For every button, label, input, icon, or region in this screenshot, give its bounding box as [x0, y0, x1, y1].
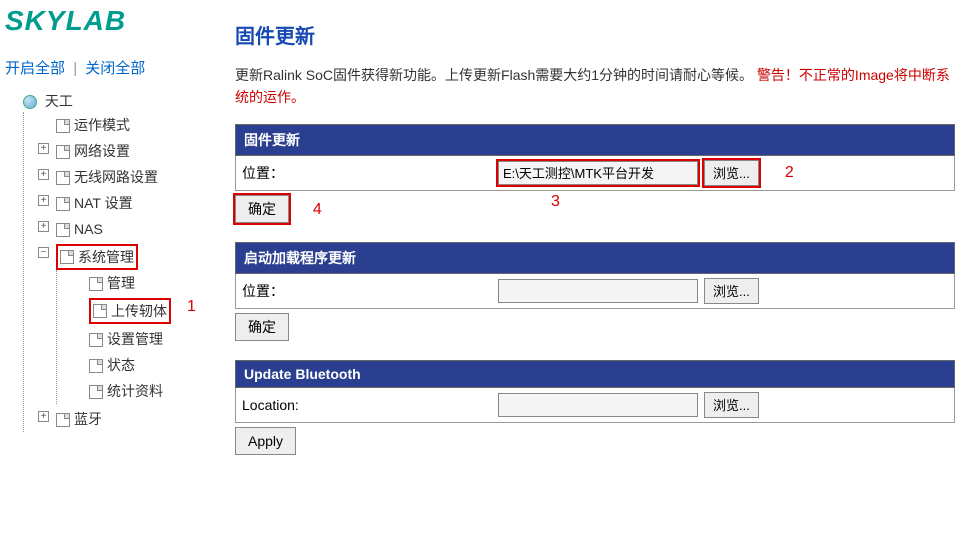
submit-button[interactable]: 确定 — [235, 195, 289, 223]
page-icon — [56, 223, 70, 237]
desc-text: 更新Ralink SoC固件获得新功能。上传更新Flash需要大约1分钟的时间请… — [235, 67, 753, 83]
bluetooth-update-panel: Update Bluetooth Location: 浏览... Apply — [235, 360, 955, 459]
tree-settings-mgmt[interactable]: 设置管理 — [107, 331, 163, 347]
page-icon — [89, 385, 103, 399]
firmware-update-panel: 固件更新 位置： 浏览... 2 确定 4 3 — [235, 124, 955, 227]
tree-network[interactable]: 网络设置 — [74, 143, 130, 159]
tree-tiangong[interactable]: 天工 — [45, 93, 73, 109]
apply-button[interactable]: Apply — [235, 427, 296, 455]
tree-op-mode[interactable]: 运作模式 — [74, 117, 130, 133]
page-title: 固件更新 — [235, 20, 955, 49]
submit-button[interactable]: 确定 — [235, 313, 289, 341]
panel-header: 固件更新 — [235, 124, 955, 156]
tree-nas[interactable]: NAS — [74, 221, 103, 237]
tree-status[interactable]: 状态 — [107, 357, 135, 373]
expander-icon[interactable]: + — [38, 411, 49, 422]
page-icon — [89, 277, 103, 291]
expander-icon[interactable]: + — [38, 221, 49, 232]
tree-stats[interactable]: 统计资料 — [107, 383, 163, 399]
page-icon — [93, 304, 107, 318]
page-icon — [89, 333, 103, 347]
annotation-2: 2 — [785, 164, 794, 182]
bootloader-path-input[interactable] — [498, 279, 698, 303]
bootloader-update-panel: 启动加载程序更新 位置： 浏览... 确定 — [235, 242, 955, 345]
expander-icon[interactable]: + — [38, 143, 49, 154]
location-label: 位置： — [242, 281, 492, 301]
bluetooth-path-input[interactable] — [498, 393, 698, 417]
expander-icon[interactable]: + — [38, 195, 49, 206]
page-icon — [56, 119, 70, 133]
tree-bluetooth[interactable]: 蓝牙 — [74, 411, 102, 427]
browse-button[interactable]: 浏览... — [704, 392, 759, 418]
nav-tree: 天工 运作模式 + 网络设置 + 无线网路设置 + NAT 设置 + NAS − 系统管… — [5, 88, 195, 434]
page-icon — [56, 145, 70, 159]
panel-header: 启动加载程序更新 — [235, 242, 955, 274]
location-label: 位置： — [242, 163, 492, 183]
page-icon — [56, 171, 70, 185]
page-icon — [56, 197, 70, 211]
close-all-link[interactable]: 关闭全部 — [85, 60, 145, 77]
browse-button[interactable]: 浏览... — [704, 278, 759, 304]
page-icon — [89, 359, 103, 373]
tree-upload-fw[interactable]: 上传轫体 — [111, 300, 167, 322]
annotation-3: 3 — [551, 193, 560, 211]
panel-header: Update Bluetooth — [235, 360, 955, 388]
annotation-4: 4 — [313, 201, 322, 218]
tree-nat[interactable]: NAT 设置 — [74, 195, 133, 211]
separator: | — [73, 60, 77, 77]
page-icon — [56, 413, 70, 427]
tree-mgmt[interactable]: 管理 — [107, 275, 135, 291]
logo: SKYLAB — [5, 5, 195, 37]
tree-wireless[interactable]: 无线网路设置 — [74, 169, 158, 185]
open-all-link[interactable]: 开启全部 — [5, 60, 65, 77]
location-label: Location: — [242, 397, 492, 413]
page-icon — [60, 250, 74, 264]
browse-button[interactable]: 浏览... — [704, 160, 759, 186]
annotation-1: 1 — [187, 296, 196, 318]
top-links: 开启全部 | 关闭全部 — [5, 57, 195, 78]
expander-icon[interactable]: + — [38, 169, 49, 180]
page-description: 更新Ralink SoC固件获得新功能。上传更新Flash需要大约1分钟的时间请… — [235, 64, 955, 109]
tree-sysmgmt[interactable]: 系统管理 — [78, 246, 134, 268]
tiangong-icon — [23, 95, 37, 109]
expander-icon[interactable]: − — [38, 247, 49, 258]
firmware-path-input[interactable] — [498, 161, 698, 185]
